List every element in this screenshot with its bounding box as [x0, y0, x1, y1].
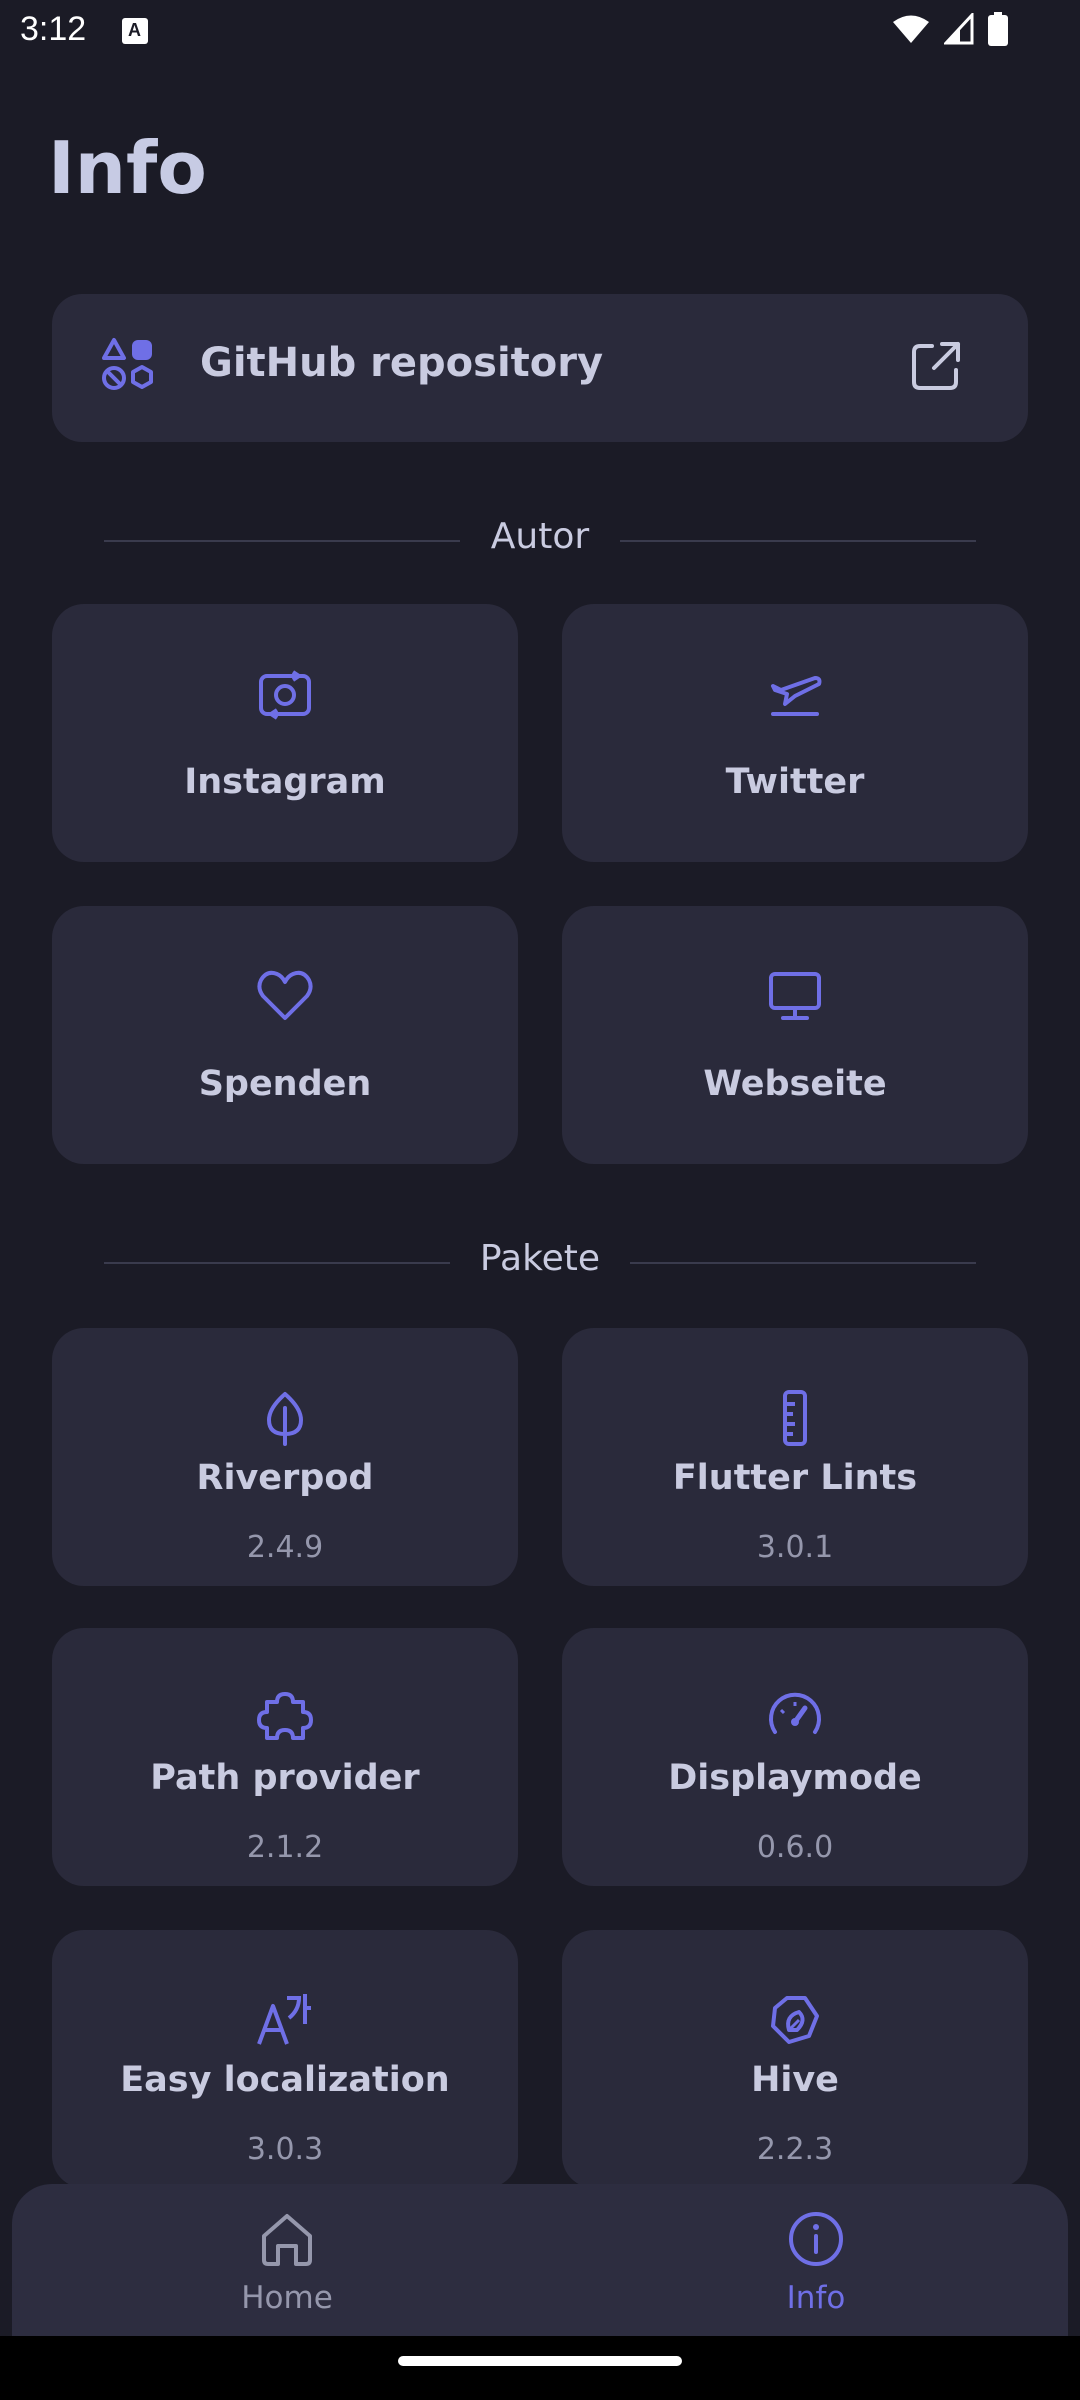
- package-hive[interactable]: Hive 2.2.3: [562, 1930, 1028, 2188]
- nav-home-label: Home: [241, 2280, 333, 2316]
- page-title: Info: [48, 126, 207, 210]
- nav-home[interactable]: Home: [187, 2208, 387, 2328]
- battery-icon: [988, 12, 1008, 46]
- package-version: 2.4.9: [246, 1530, 324, 1565]
- package-name: Path provider: [150, 1758, 420, 1798]
- plant-icon: [771, 1996, 819, 2044]
- package-version: 2.1.2: [246, 1830, 324, 1865]
- home-icon: [262, 2214, 312, 2266]
- bottom-navigation: Home Info: [12, 2184, 1068, 2336]
- github-repository-button[interactable]: GitHub repository: [52, 294, 1028, 442]
- spenden-button[interactable]: Spenden: [52, 906, 518, 1164]
- spenden-label: Spenden: [198, 1064, 372, 1104]
- package-riverpod[interactable]: Riverpod 2.4.9: [52, 1328, 518, 1586]
- paper-plane-icon: [771, 676, 822, 716]
- package-name: Easy localization: [120, 2060, 450, 2100]
- instagram-label: Instagram: [184, 762, 386, 802]
- monitor-icon: [769, 972, 821, 1020]
- section-label-author: Autor: [490, 516, 590, 557]
- heart-icon: [257, 970, 313, 1020]
- package-displaymode[interactable]: Displaymode 0.6.0: [562, 1628, 1028, 1886]
- nav-info-label: Info: [786, 2280, 846, 2316]
- wifi-icon: [893, 15, 929, 43]
- package-version: 3.0.1: [756, 1530, 834, 1565]
- leaf-icon: [267, 1392, 303, 1446]
- status-bar: 3:12 A: [0, 0, 1080, 64]
- webseite-button[interactable]: Webseite: [562, 906, 1028, 1164]
- notification-icon: A: [122, 18, 148, 44]
- translate-icon: [257, 1994, 311, 2045]
- package-name: Displaymode: [668, 1758, 922, 1798]
- section-divider-author: Autor: [104, 516, 976, 566]
- section-label-packages: Pakete: [479, 1238, 601, 1279]
- package-version: 0.6.0: [756, 1830, 834, 1865]
- external-link-icon: [912, 342, 960, 390]
- package-name: Hive: [751, 2060, 839, 2100]
- instagram-button[interactable]: Instagram: [52, 604, 518, 862]
- status-icons: [892, 12, 1008, 46]
- package-version: 3.0.3: [246, 2132, 324, 2167]
- twitter-button[interactable]: Twitter: [562, 604, 1028, 862]
- status-time: 3:12: [20, 10, 87, 48]
- system-navigation-area: [0, 2336, 1080, 2400]
- ruler-icon: [783, 1390, 807, 1446]
- section-divider-packages: Pakete: [104, 1238, 976, 1288]
- package-version: 2.2.3: [756, 2132, 834, 2167]
- info-icon: [789, 2212, 843, 2266]
- twitter-label: Twitter: [725, 762, 865, 802]
- package-name: Flutter Lints: [672, 1458, 918, 1498]
- gesture-handle[interactable]: [398, 2356, 682, 2366]
- nav-info[interactable]: Info: [716, 2208, 916, 2328]
- package-path-provider[interactable]: Path provider 2.1.2: [52, 1628, 518, 1886]
- camera-rotate-icon: [259, 670, 311, 720]
- shapes-icon: [102, 338, 153, 390]
- package-flutter-lints[interactable]: Flutter Lints 3.0.1: [562, 1328, 1028, 1586]
- package-name: Riverpod: [196, 1458, 374, 1498]
- webseite-label: Webseite: [703, 1064, 887, 1104]
- gauge-icon: [769, 1692, 821, 1734]
- puzzle-icon: [257, 1692, 313, 1740]
- package-easy-localization[interactable]: Easy localization 3.0.3: [52, 1930, 518, 2188]
- github-repository-label: GitHub repository: [200, 340, 604, 386]
- info-screen: 3:12 A Info GitHub repository Autor Inst…: [0, 0, 1080, 2400]
- signal-icon: [944, 13, 974, 45]
